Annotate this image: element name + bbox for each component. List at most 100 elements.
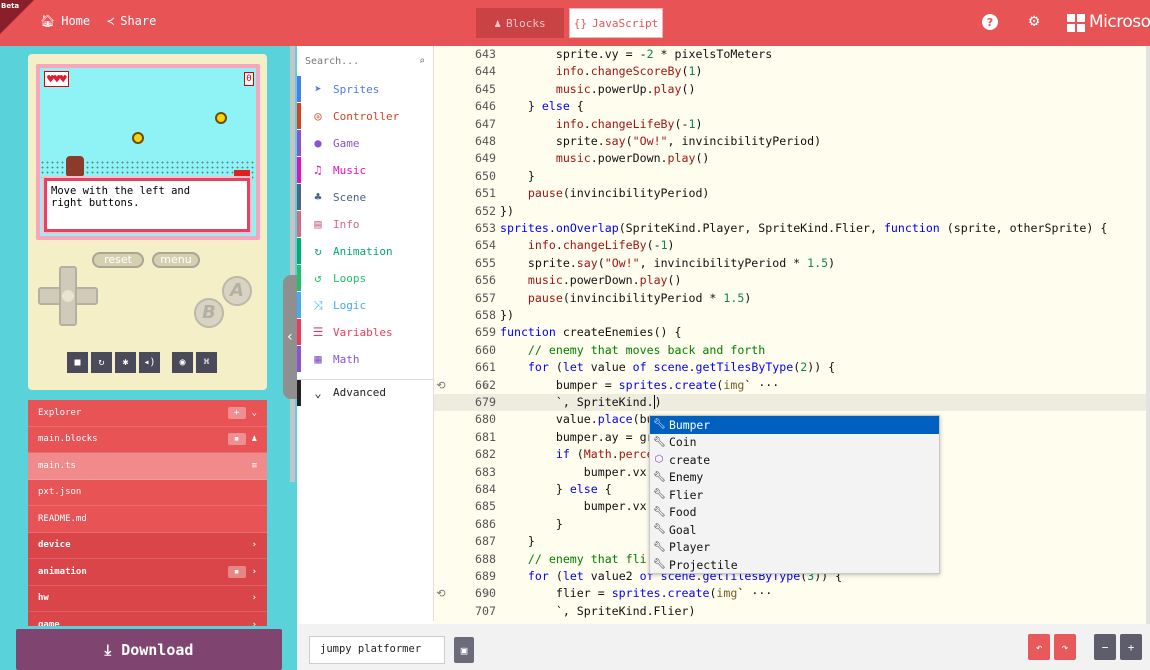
score-display: 0 <box>244 72 254 86</box>
toolbox-item-logic[interactable]: ⤨ Logic <box>297 292 434 318</box>
fullscreen-icon[interactable]: ⌘ <box>196 352 217 373</box>
toolbox-item-scene[interactable]: ♣ Scene <box>297 184 434 210</box>
fold-icon[interactable]: ⊞ <box>484 377 489 394</box>
code-line: for (let value of scene.getTilesByType(2… <box>527 360 836 375</box>
gear-icon[interactable]: ⚙ <box>1029 11 1039 31</box>
folder-animation[interactable]: animation ▪ › <box>28 559 267 586</box>
line-number: 679 <box>475 395 496 409</box>
tab-blocks[interactable]: ♟ Blocks <box>476 8 564 38</box>
folder-game[interactable]: game › <box>28 612 267 626</box>
autocomplete-item[interactable]: 🔧︎ Goal <box>650 521 939 539</box>
history-icon[interactable]: ⟲ <box>434 585 448 602</box>
help-icon[interactable]: ? <box>982 14 998 30</box>
explorer-header[interactable]: Explorer + ⌄ <box>28 400 267 427</box>
toolbox-search[interactable]: Search... ⌕ <box>305 56 425 72</box>
folder-label: animation <box>38 566 87 577</box>
autocomplete-label: Player <box>669 540 711 555</box>
puzzle-icon: ♟ <box>494 16 501 30</box>
sound-icon[interactable]: ◂) <box>139 352 160 373</box>
toolbox-item-advanced[interactable]: ⌄ Advanced <box>297 379 434 406</box>
file-item-main-blocks[interactable]: main.blocks ▪ ♟ <box>28 426 267 453</box>
share-button[interactable]: ≺ Share <box>107 14 156 28</box>
line-number: 649 <box>475 151 496 166</box>
chevron-right-icon: › <box>251 593 257 604</box>
toolbox-item-animation[interactable]: ↻ Animation <box>297 238 434 264</box>
undo-icon[interactable]: ↶ <box>1028 634 1050 660</box>
toolbox-item-sprites[interactable]: ➤ Sprites <box>297 76 434 102</box>
b-button[interactable]: B <box>194 298 224 328</box>
menu-button[interactable]: menu <box>152 252 200 268</box>
code-line: } <box>500 516 563 531</box>
file-item-main-ts[interactable]: main.ts ≡ <box>28 453 267 480</box>
toolbox-item-loops[interactable]: ↺ Loops <box>297 265 434 291</box>
autocomplete-label: Coin <box>669 435 697 450</box>
fold-icon[interactable]: ⊞ <box>484 585 489 602</box>
chevron-down-icon[interactable]: ⌄ <box>252 408 257 418</box>
reset-button[interactable]: reset <box>92 252 144 268</box>
line-number: 659 <box>475 325 496 340</box>
autocomplete-item[interactable]: 🔧︎ Projectile <box>650 556 939 574</box>
dialog-line-1: Move with the left and <box>51 185 191 197</box>
autocomplete-item[interactable]: 🔧︎ Player <box>650 539 939 557</box>
toolbox-item-info[interactable]: ▤ Info <box>297 211 434 237</box>
line-number: 681 <box>475 429 496 444</box>
toolbox-item-math[interactable]: ▦ Math <box>297 346 434 372</box>
a-button[interactable]: A <box>222 276 252 306</box>
toolbox-item-music[interactable]: ♫ Music <box>297 157 434 183</box>
line-number: 646 <box>475 99 496 114</box>
folder-hw[interactable]: hw › <box>28 585 267 612</box>
toolbox-item-label: Advanced <box>333 386 386 399</box>
folder-device[interactable]: device › <box>28 532 267 559</box>
autocomplete-item[interactable]: 🔧︎ Coin <box>650 434 939 452</box>
menu-lines-icon: ≡ <box>251 460 257 471</box>
autocomplete-label: Enemy <box>669 470 704 485</box>
autocomplete-popup: 🔧︎ Bumper 🔧︎ Coin ⬡ create 🔧︎ Enemy 🔧︎ Flier … <box>649 415 940 574</box>
download-button[interactable]: ⤓ Download <box>16 629 282 670</box>
autocomplete-item[interactable]: ⬡ create <box>650 451 939 469</box>
id-card-icon: ▤ <box>314 217 322 231</box>
zoom-in-icon[interactable]: + <box>1120 634 1142 660</box>
braces-icon: {} <box>573 16 587 30</box>
restart-icon[interactable]: ↻ <box>91 352 112 373</box>
collapse-simulator-handle[interactable]: ‹ <box>283 275 297 399</box>
autocomplete-item[interactable]: 🔧︎ Enemy <box>650 469 939 487</box>
stop-icon[interactable]: ■ <box>67 352 88 373</box>
toolbox-item-label: Loops <box>333 271 367 285</box>
autocomplete-item[interactable]: 🔧︎ Bumper <box>650 416 939 434</box>
trash-icon[interactable]: ▪ <box>227 565 246 578</box>
microsoft-logo-icon[interactable] <box>1067 14 1085 32</box>
refresh-icon: ↻ <box>314 244 322 258</box>
dpad-center <box>62 290 74 302</box>
zoom-out-icon[interactable]: − <box>1094 634 1116 660</box>
debug-icon[interactable]: ✱ <box>115 352 136 373</box>
chevron-right-icon: › <box>251 619 257 626</box>
toolbox-item-game[interactable]: ● Game <box>297 130 434 156</box>
history-icon[interactable]: ⟲ <box>434 377 448 394</box>
screenshot-icon[interactable]: ◉ <box>172 352 193 373</box>
save-icon[interactable]: ▣ <box>454 637 474 663</box>
file-item-readme[interactable]: README.md <box>28 506 267 533</box>
toolbox-item-controller[interactable]: ◎ Controller <box>297 103 434 129</box>
category-color-bar <box>297 76 301 102</box>
game-screen[interactable]: ♥♥♥ 0 Move with the left and right butto… <box>40 68 256 236</box>
project-name-input[interactable]: jumpy platformer <box>309 636 445 664</box>
code-line: music.powerDown.play() <box>527 273 682 288</box>
trash-icon[interactable]: ▪ <box>227 433 246 446</box>
add-file-icon[interactable]: + <box>227 406 246 419</box>
toolbox-item-variables[interactable]: ☰ Variables <box>297 319 434 345</box>
microsoft-brand[interactable]: Microsoft <box>1089 12 1150 32</box>
tab-javascript[interactable]: {} JavaScript <box>569 8 663 38</box>
home-button[interactable]: 🏠︎ Home <box>40 14 90 28</box>
line-number: 655 <box>475 255 496 270</box>
editor-scrollbar[interactable] <box>1146 46 1150 624</box>
file-explorer: Explorer + ⌄ main.blocks ▪ ♟ main.ts ≡ pxt… <box>28 400 267 626</box>
line-number: 662 <box>475 377 496 392</box>
simulator-scrollbar[interactable] <box>290 46 295 482</box>
file-item-pxt-json[interactable]: pxt.json <box>28 479 267 506</box>
autocomplete-item[interactable]: 🔧︎ Food <box>650 504 939 522</box>
wrench-icon: 🔧︎ <box>653 471 666 483</box>
autocomplete-item[interactable]: 🔧︎ Flier <box>650 486 939 504</box>
search-input[interactable]: Search... <box>305 56 359 72</box>
screen-frame: ♥♥♥ 0 Move with the left and right butto… <box>36 64 260 240</box>
redo-icon[interactable]: ↷ <box>1054 634 1076 660</box>
